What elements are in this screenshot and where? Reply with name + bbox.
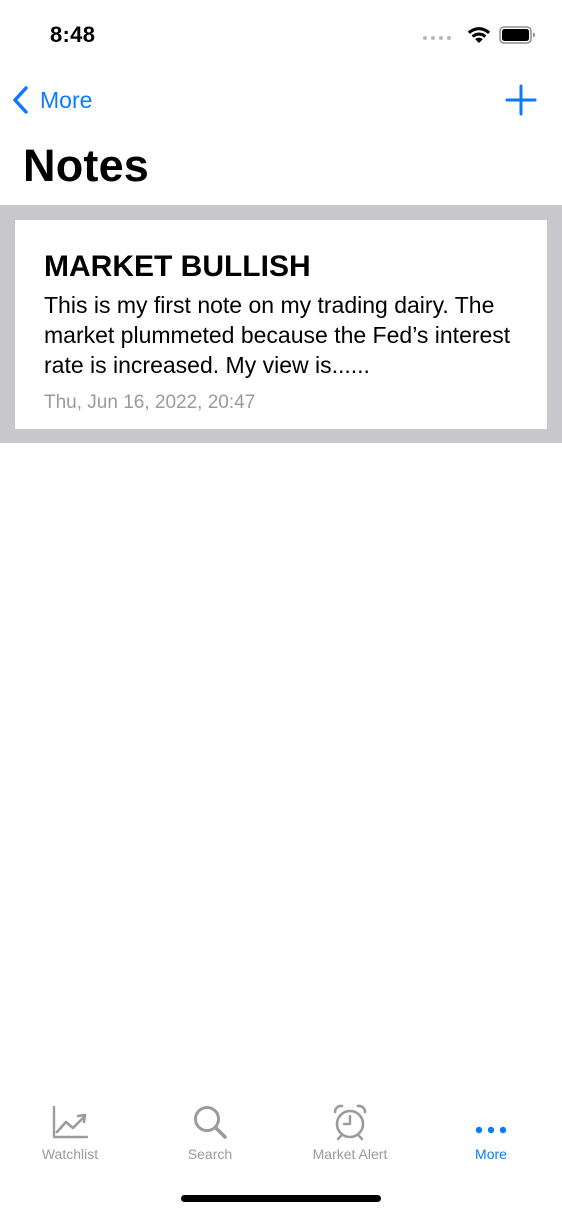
note-body: This is my first note on my trading dair… (44, 292, 511, 378)
wifi-icon (467, 27, 491, 43)
note-card[interactable]: MARKET BULLISH This is my first note on … (15, 220, 547, 429)
tab-watchlist[interactable]: Watchlist (0, 1095, 140, 1170)
tab-more[interactable]: More (421, 1095, 561, 1170)
battery-icon (499, 26, 535, 44)
signal-dots-icon (423, 36, 451, 40)
tab-label: Search (187, 1146, 233, 1162)
tab-label: Market Alert (312, 1146, 388, 1162)
back-button-label: More (40, 86, 93, 113)
tab-market-alert[interactable]: Market Alert (280, 1095, 420, 1170)
tab-label: More (475, 1146, 507, 1162)
chevron-left-icon (13, 86, 28, 114)
more-dots-icon (475, 1126, 507, 1134)
tab-search[interactable]: Search (140, 1095, 280, 1170)
chart-line-icon (52, 1105, 89, 1139)
note-date: Thu, Jun 16, 2022, 20:47 (44, 392, 256, 413)
notes-screen: 8:48 More Notes MARKET BULLISH This is m… (0, 0, 562, 1215)
tab-label: Watchlist (41, 1146, 99, 1162)
notes-list: MARKET BULLISH This is my first note on … (0, 205, 562, 443)
status-bar: 8:48 (0, 0, 562, 70)
search-icon (194, 1106, 227, 1139)
tab-bar: Watchlist Search Market Alert More (0, 1095, 562, 1175)
alarm-clock-icon (333, 1104, 367, 1141)
back-button[interactable]: More (10, 80, 92, 120)
page-title: Notes (23, 140, 150, 191)
note-title: MARKET BULLISH (44, 250, 311, 283)
plus-icon[interactable] (503, 83, 539, 117)
status-time: 8:48 (50, 22, 96, 47)
home-indicator (181, 1195, 381, 1202)
